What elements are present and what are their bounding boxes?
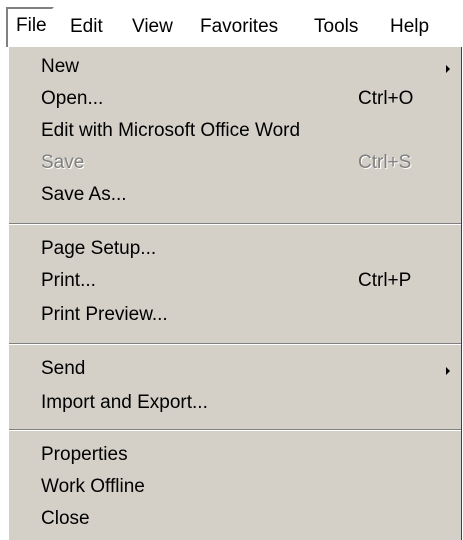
menu-item-label: Properties bbox=[41, 444, 128, 465]
menu-view[interactable]: View bbox=[132, 12, 173, 42]
menu-item-label: Page Setup... bbox=[41, 238, 157, 259]
menu-item-label: Save bbox=[41, 152, 85, 173]
menu-item-label: Send bbox=[41, 358, 86, 379]
menu-item-label: Print Preview... bbox=[41, 304, 168, 325]
menu-item-import-export[interactable]: Import and Export... bbox=[9, 389, 461, 421]
menu-item-work-offline[interactable]: Work Offline bbox=[9, 473, 461, 505]
menu-item-save-as[interactable]: Save As... bbox=[9, 181, 461, 213]
menu-item-label: Save As... bbox=[41, 184, 127, 205]
menu-item-label: Print... bbox=[41, 270, 96, 291]
menu-item-close[interactable]: Close bbox=[9, 505, 461, 537]
menu-separator bbox=[9, 429, 461, 431]
menu-item-label: Work Offline bbox=[41, 476, 145, 497]
menu-item-label: Close bbox=[41, 508, 90, 529]
file-dropdown-menu: New Open... Ctrl+O Edit with Microsoft O… bbox=[8, 47, 462, 540]
menu-item-shortcut: Ctrl+P bbox=[358, 270, 412, 291]
menu-item-shortcut: Ctrl+O bbox=[358, 88, 414, 109]
menu-item-page-setup[interactable]: Page Setup... bbox=[9, 235, 461, 267]
menu-item-label: Import and Export... bbox=[41, 392, 208, 413]
menu-item-label: New bbox=[41, 56, 80, 77]
menu-separator bbox=[9, 343, 461, 345]
menu-item-label: Edit with Microsoft Office Word bbox=[41, 120, 301, 141]
menu-item-new[interactable]: New bbox=[9, 53, 461, 85]
menu-favorites[interactable]: Favorites bbox=[200, 12, 278, 42]
chevron-right-icon bbox=[446, 65, 450, 73]
menu-item-properties[interactable]: Properties bbox=[9, 441, 461, 473]
chevron-right-icon bbox=[446, 367, 450, 375]
menu-item-save: Save Ctrl+S bbox=[9, 149, 461, 181]
menu-item-send[interactable]: Send bbox=[9, 355, 461, 387]
menu-separator bbox=[9, 223, 461, 225]
menu-file[interactable]: File bbox=[6, 7, 54, 47]
menu-item-shortcut: Ctrl+S bbox=[358, 152, 412, 173]
menu-tools[interactable]: Tools bbox=[314, 12, 358, 42]
menu-item-open[interactable]: Open... Ctrl+O bbox=[9, 85, 461, 117]
menu-bar: File Edit View Favorites Tools Help bbox=[0, 0, 463, 52]
menu-item-print[interactable]: Print... Ctrl+P bbox=[9, 267, 461, 299]
menu-item-print-preview[interactable]: Print Preview... bbox=[9, 301, 461, 333]
menu-help[interactable]: Help bbox=[390, 12, 429, 42]
menu-edit[interactable]: Edit bbox=[70, 12, 103, 42]
menu-item-edit-with-word[interactable]: Edit with Microsoft Office Word bbox=[9, 117, 461, 149]
menu-item-label: Open... bbox=[41, 88, 104, 109]
